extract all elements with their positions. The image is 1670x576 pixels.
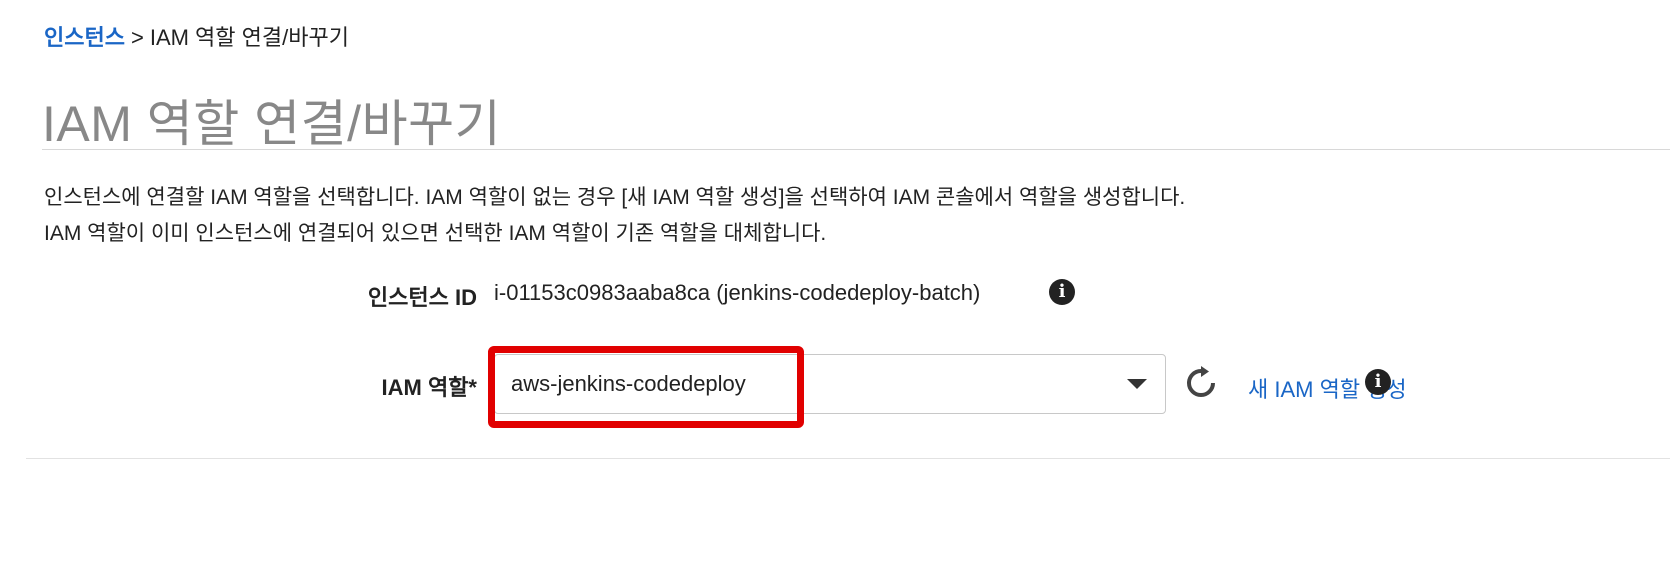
breadcrumb-current: IAM 역할 연결/바꾸기 bbox=[149, 25, 349, 50]
instance-info-icon[interactable]: i bbox=[1049, 279, 1075, 305]
instance-id-value: i-01153c0983aaba8ca (jenkins-codedeploy-… bbox=[494, 280, 981, 305]
iam-role-selected-value: aws-jenkins-codedeploy bbox=[511, 371, 746, 396]
description: 인스턴스에 연결할 IAM 역할을 선택합니다. IAM 역할이 없는 경우 [… bbox=[44, 180, 1185, 252]
page: 인스턴스 > IAM 역할 연결/바꾸기 IAM 역할 연결/바꾸기 인스턴스에 연… bbox=[0, 0, 1670, 576]
iam-role-info-icon[interactable]: i bbox=[1365, 369, 1391, 395]
description-line-2: IAM 역할이 이미 인스턴스에 연결되어 있으면 선택한 IAM 역할이 기존… bbox=[44, 222, 827, 245]
breadcrumb: 인스턴스 > IAM 역할 연결/바꾸기 bbox=[44, 20, 349, 52]
section-divider bbox=[26, 458, 1670, 459]
chevron-down-icon bbox=[1127, 379, 1147, 389]
description-line-1: 인스턴스에 연결할 IAM 역할을 선택합니다. IAM 역할이 없는 경우 [… bbox=[44, 186, 1186, 209]
title-divider bbox=[42, 149, 1670, 150]
page-title: IAM 역할 연결/바꾸기 bbox=[42, 96, 502, 152]
iam-role-select[interactable]: aws-jenkins-codedeploy bbox=[494, 354, 1166, 414]
iam-role-label: IAM 역할* bbox=[381, 375, 477, 400]
instance-id-label: 인스턴스 ID bbox=[367, 285, 477, 310]
breadcrumb-separator: > bbox=[130, 25, 144, 50]
breadcrumb-instances-link[interactable]: 인스턴스 bbox=[44, 25, 125, 50]
refresh-icon[interactable] bbox=[1184, 366, 1218, 400]
